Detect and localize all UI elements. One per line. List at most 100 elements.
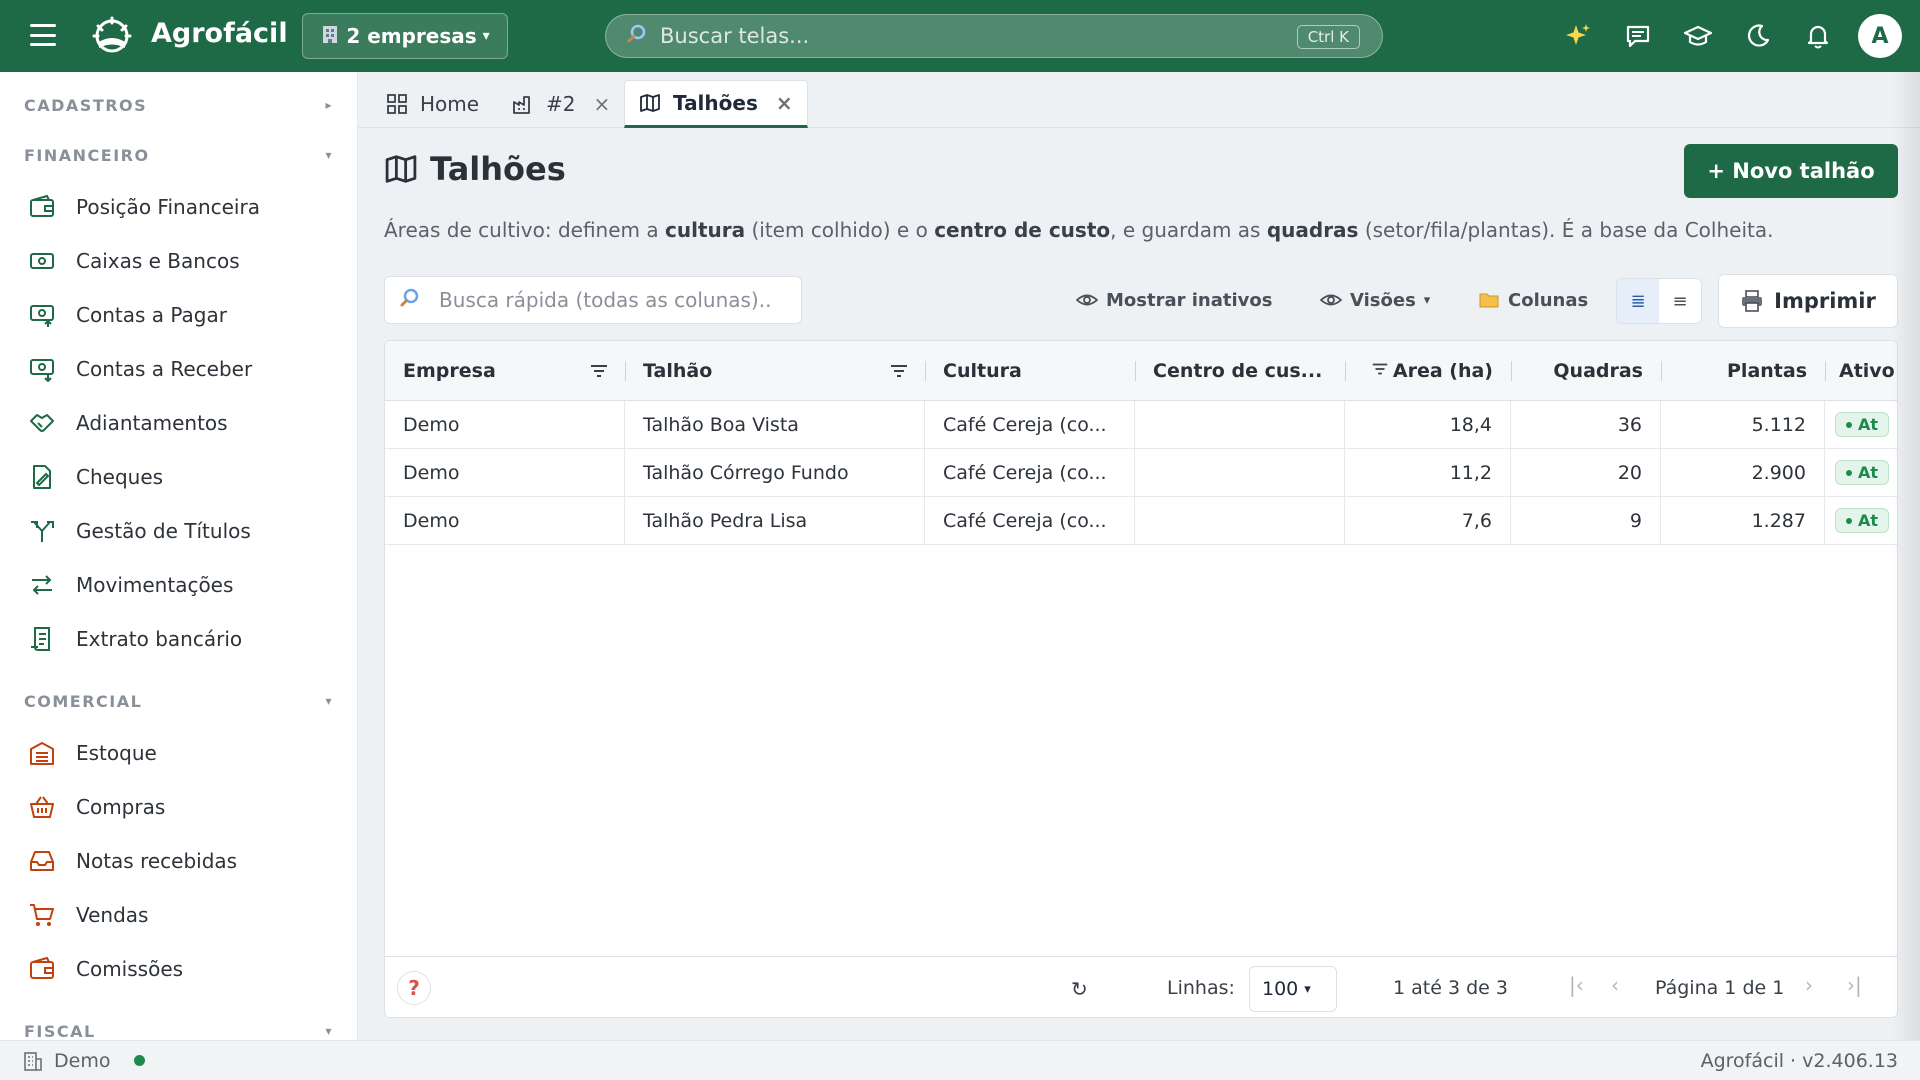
cash-in-icon [30,359,54,383]
tab-talhoes[interactable]: Talhões × [624,80,808,128]
cell-centro-custo [1135,401,1345,448]
show-inactive-button[interactable]: Mostrar inativos [1076,282,1272,318]
sidebar-item-cheques[interactable]: Cheques [0,450,357,504]
sidebar: CADASTROS ▸ FINANCEIRO ▾ Posição Finance… [0,72,358,1040]
section-title: FISCAL [24,1021,96,1041]
table-row[interactable]: Demo Talhão Boa Vista Café Cereja (co...… [385,401,1897,449]
rows-per-page-value: 100 [1262,978,1299,1000]
desc-part: (item colhido) e o [745,218,935,242]
tab-home[interactable]: Home [372,80,493,128]
column-header-plantas[interactable]: Plantas [1661,341,1825,401]
company-selector-label: 2 empresas [346,24,477,48]
top-bar: Agrofácil 2 empresas ▾ Buscar telas... C… [0,0,1920,72]
sidebar-item-vendas[interactable]: Vendas [0,888,357,942]
column-header-centro-custo[interactable]: Centro de cus... [1135,341,1345,401]
columns-button[interactable]: Colunas [1478,282,1588,318]
sidebar-item-estoque[interactable]: Estoque [0,726,357,780]
column-header-label: Quadras [1553,360,1643,382]
menu-icon[interactable] [30,24,56,46]
sidebar-item-adiantamentos[interactable]: Adiantamentos [0,396,357,450]
sparkles-icon[interactable] [1548,0,1608,72]
avatar[interactable]: A [1858,14,1902,58]
rows-per-page-select[interactable]: 100 ▾ [1249,966,1337,1012]
column-header-area[interactable]: Area (ha) [1345,341,1511,401]
graduation-cap-icon[interactable] [1668,0,1728,72]
sidebar-item-compras[interactable]: Compras [0,780,357,834]
column-header-talhao[interactable]: Talhão [625,341,925,401]
sidebar-item-comissoes[interactable]: Comissões [0,942,357,996]
sidebar-item-posicao-financeira[interactable]: Posição Financeira [0,180,357,234]
cell-ativo: At [1825,497,1897,544]
filter-icon[interactable] [589,361,609,386]
moon-icon[interactable] [1728,0,1788,72]
quick-search-input[interactable]: Busca rápida (todas as colunas).. [384,276,802,324]
column-header-empresa[interactable]: Empresa [385,341,625,401]
cheque-icon [33,465,51,489]
tab-label: #2 [546,92,576,116]
chevron-down-icon: ▾ [325,1024,333,1038]
column-header-ativo[interactable]: Ativo [1825,341,1897,401]
sidebar-item-extrato-bancario[interactable]: Extrato bancário [0,612,357,666]
company-selector[interactable]: 2 empresas ▾ [302,13,508,59]
list-view-icon[interactable]: ≡ [1659,279,1701,323]
sidebar-item-contas-receber[interactable]: Contas a Receber [0,342,357,396]
status-badge-label: At [1858,463,1879,482]
global-search-placeholder: Buscar telas... [660,24,810,48]
status-badge-label: At [1858,511,1879,530]
chat-icon[interactable] [1608,0,1668,72]
print-button[interactable]: Imprimir [1718,274,1898,328]
sidebar-section-fiscal[interactable]: FISCAL ▾ [0,1006,357,1041]
table-row[interactable]: Demo Talhão Pedra Lisa Café Cereja (co..… [385,497,1897,545]
cell-quadras: 20 [1511,449,1661,496]
column-header-quadras[interactable]: Quadras [1511,341,1661,401]
section-title: CADASTROS [24,95,148,115]
sidebar-section-cadastros[interactable]: CADASTROS ▸ [0,80,357,130]
cell-plantas: 5.112 [1661,401,1825,448]
chevron-down-icon: ▾ [1423,292,1431,308]
filter-icon[interactable] [889,361,909,386]
cash-out-icon [30,305,54,327]
warehouse-icon [30,742,54,765]
next-page-icon[interactable]: › [1805,973,1813,997]
first-page-icon[interactable]: |‹ [1569,973,1584,997]
column-header-label: Plantas [1727,360,1807,382]
app-version: Agrofácil · v2.406.13 [1700,1049,1898,1072]
refresh-icon[interactable]: ↻ [1071,977,1088,1001]
desc-bold: cultura [665,218,746,242]
close-icon[interactable]: × [593,92,610,116]
sidebar-section-comercial[interactable]: COMERCIAL ▾ [0,676,357,726]
cell-plantas: 2.900 [1661,449,1825,496]
last-page-icon[interactable]: ›| [1847,973,1862,997]
sidebar-item-contas-pagar[interactable]: Contas a Pagar [0,288,357,342]
bell-icon[interactable] [1788,0,1848,72]
sidebar-item-notas-recebidas[interactable]: Notas recebidas [0,834,357,888]
help-button[interactable]: ? [397,971,431,1005]
sidebar-item-label: Contas a Pagar [76,303,227,327]
close-icon[interactable]: × [776,91,793,115]
tab-2[interactable]: #2 × [498,80,624,128]
sidebar-item-movimentacoes[interactable]: Movimentações [0,558,357,612]
sidebar-item-caixas-bancos[interactable]: Caixas e Bancos [0,234,357,288]
cell-area: 7,6 [1345,497,1511,544]
page-title: Talhões [384,150,566,188]
table-row[interactable]: Demo Talhão Córrego Fundo Café Cereja (c… [385,449,1897,497]
filter-icon[interactable] [1371,360,1389,383]
wallet-icon [30,956,54,979]
status-bar: Demo Agrofácil · v2.406.13 [0,1040,1920,1080]
column-header-cultura[interactable]: Cultura [925,341,1135,401]
density-toggle: ≣ ≡ [1616,278,1702,324]
compact-view-icon[interactable]: ≣ [1617,279,1659,323]
cell-cultura: Café Cereja (co... [925,497,1135,544]
global-search-input[interactable]: Buscar telas... Ctrl K [605,14,1383,58]
prev-page-icon[interactable]: ‹ [1611,973,1619,997]
views-button[interactable]: Visões ▾ [1320,282,1430,318]
sidebar-section-financeiro[interactable]: FINANCEIRO ▾ [0,130,357,180]
cell-empresa: Demo [385,497,625,544]
receipt-icon [31,627,50,651]
cell-quadras: 9 [1511,497,1661,544]
chevron-down-icon: ▾ [325,694,333,708]
map-icon [640,94,660,112]
sidebar-item-gestao-titulos[interactable]: Gestão de Títulos [0,504,357,558]
sidebar-item-label: Estoque [76,741,157,765]
new-talhao-button[interactable]: + Novo talhão [1684,144,1898,198]
